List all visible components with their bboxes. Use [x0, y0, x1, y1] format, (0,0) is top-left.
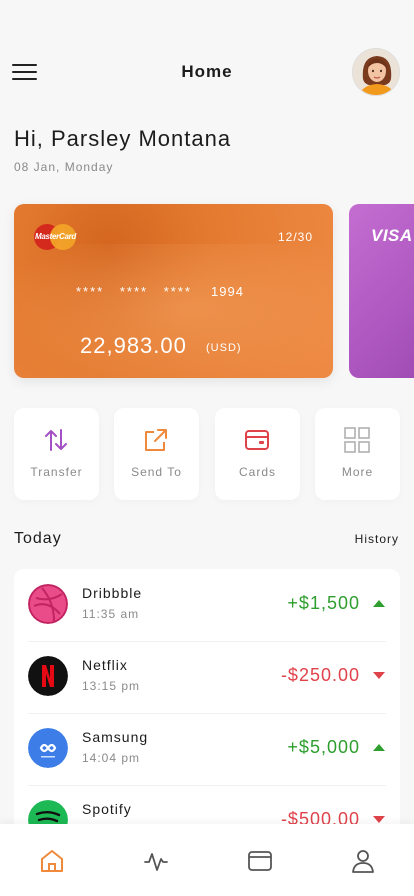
card-number-last4: 1994 — [211, 284, 244, 299]
wallet-icon[interactable] — [247, 848, 273, 874]
visa-logo-text: VISA — [371, 226, 413, 245]
transaction-time: 14:04 pm — [82, 751, 141, 765]
samsung-logo-icon — [28, 728, 68, 768]
card-number-masked: **** **** **** — [76, 284, 192, 299]
transaction-row[interactable]: Netflix 13:15 pm -$250.00 — [14, 641, 400, 713]
arrow-down-icon — [373, 672, 385, 679]
card-balance: 22,983.00 — [80, 333, 187, 358]
visa-card[interactable]: VISA — [349, 204, 414, 378]
greeting-text: Hi, Parsley Montana — [14, 126, 232, 151]
transaction-amount: +$5,000 — [287, 737, 360, 757]
dribbble-logo-icon — [28, 584, 68, 624]
app-header: Home — [0, 48, 414, 96]
more-grid-icon — [344, 427, 370, 453]
profile-icon[interactable] — [350, 848, 376, 874]
card-expiry: 12/30 — [277, 230, 313, 244]
arrow-up-icon — [373, 744, 385, 751]
transaction-name: Samsung — [82, 729, 149, 745]
quick-actions: Transfer Send To Cards More — [14, 408, 400, 500]
transaction-name: Spotify — [82, 801, 132, 817]
section-title-today: Today — [14, 530, 62, 547]
card-currency: (USD) — [206, 342, 242, 354]
netflix-logo-icon — [28, 656, 68, 696]
bottom-nav — [0, 824, 414, 896]
home-icon[interactable] — [39, 848, 65, 874]
mastercard-logo-icon: MasterCard — [34, 224, 76, 250]
send-to-icon — [145, 429, 167, 451]
transfer-button[interactable]: Transfer — [14, 408, 99, 500]
transaction-time: 13:15 pm — [82, 679, 141, 693]
history-link[interactable]: History — [355, 532, 399, 546]
mastercard-card[interactable]: MasterCard 12/30 **** **** **** 1994 22,… — [14, 204, 333, 378]
transaction-time: 11:35 am — [82, 607, 140, 621]
transfer-label: Transfer — [30, 465, 83, 479]
transaction-amount: -$250.00 — [280, 665, 360, 685]
transaction-name: Netflix — [82, 657, 128, 673]
arrow-up-icon — [373, 600, 385, 607]
activity-icon[interactable] — [143, 848, 169, 874]
transaction-name: Dribbble — [82, 585, 143, 601]
transfer-icon — [45, 429, 67, 451]
send-to-label: Send To — [131, 465, 182, 479]
transaction-row[interactable]: Dribbble 11:35 am +$1,500 — [14, 569, 400, 641]
mastercard-logo-text: MasterCard — [35, 232, 77, 241]
more-button[interactable]: More — [315, 408, 400, 500]
arrow-down-icon — [373, 816, 385, 823]
greeting-date: 08 Jan, Monday — [14, 160, 114, 174]
cards-icon — [245, 430, 269, 450]
cards-button[interactable]: Cards — [215, 408, 300, 500]
more-label: More — [341, 465, 374, 479]
transaction-row[interactable]: Samsung 14:04 pm +$5,000 — [14, 713, 400, 785]
transaction-amount: +$1,500 — [287, 593, 360, 613]
send-to-button[interactable]: Send To — [114, 408, 199, 500]
avatar[interactable] — [352, 48, 400, 96]
cards-label: Cards — [238, 465, 276, 479]
